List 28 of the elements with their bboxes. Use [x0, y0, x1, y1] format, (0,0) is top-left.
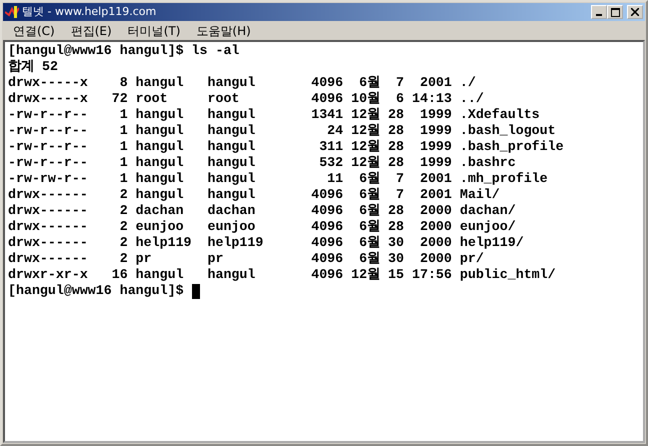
terminal-line: -rw-r--r-- 1 hangul hangul 532 12월 28 1999 .bashrc [8, 155, 517, 171]
menu-item[interactable]: 터미널(T) [120, 22, 188, 40]
terminal-icon [5, 6, 19, 18]
terminal-line: drwx------ 2 eunjoo eunjoo 4096 6월 28 2000 eunjoo/ [8, 219, 517, 235]
terminal-line: -rw-r--r-- 1 hangul hangul 311 12월 28 1999 .bash_profile [8, 139, 565, 155]
close-icon [631, 8, 639, 16]
terminal-line: -rw-rw-r-- 1 hangul hangul 11 6월 7 2001 .mh_profile [8, 171, 549, 187]
terminal-line: -rw-r--r-- 1 hangul hangul 1341 12월 28 1999 .Xdefaults [8, 107, 541, 123]
maximize-button[interactable] [607, 5, 623, 19]
terminal-line: 합계 52 [8, 59, 59, 75]
terminal-line: drwx-----x 8 hangul hangul 4096 6월 7 2001 ./ [8, 75, 477, 91]
terminal-line: drwx------ 2 help119 help119 4096 6월 30 2000 help119/ [8, 235, 525, 251]
text-cursor [192, 284, 200, 298]
terminal-line: drwx------ 2 hangul hangul 4096 6월 7 2001 Mail/ [8, 187, 501, 203]
menu-item[interactable]: 도움말(H) [188, 22, 259, 40]
maximize-icon [610, 8, 620, 16]
menu-item[interactable]: 연결(C) [5, 22, 63, 40]
terminal-line: drwxr-xr-x 16 hangul hangul 4096 12월 15 17:56 public_html/ [8, 267, 557, 283]
terminal-line: drwx------ 2 pr pr 4096 6월 30 2000 pr/ [8, 251, 485, 267]
terminal-line: [hangul@www16 hangul]$ ls -al [8, 43, 240, 59]
window-title: 텔넷 - www.help119.com [22, 4, 156, 20]
terminal-line: -rw-r--r-- 1 hangul hangul 24 12월 28 1999 .bash_logout [8, 123, 557, 139]
close-button[interactable] [627, 5, 643, 19]
minimize-button[interactable] [591, 5, 607, 19]
menu-item[interactable]: 편집(E) [62, 22, 120, 40]
terminal-line: drwx-----x 72 root root 4096 10월 6 14:13 ../ [8, 91, 485, 107]
terminal-prompt: [hangul@www16 hangul]$ [8, 283, 184, 299]
terminal-line: drwx------ 2 dachan dachan 4096 6월 28 2000 dachan/ [8, 203, 517, 219]
